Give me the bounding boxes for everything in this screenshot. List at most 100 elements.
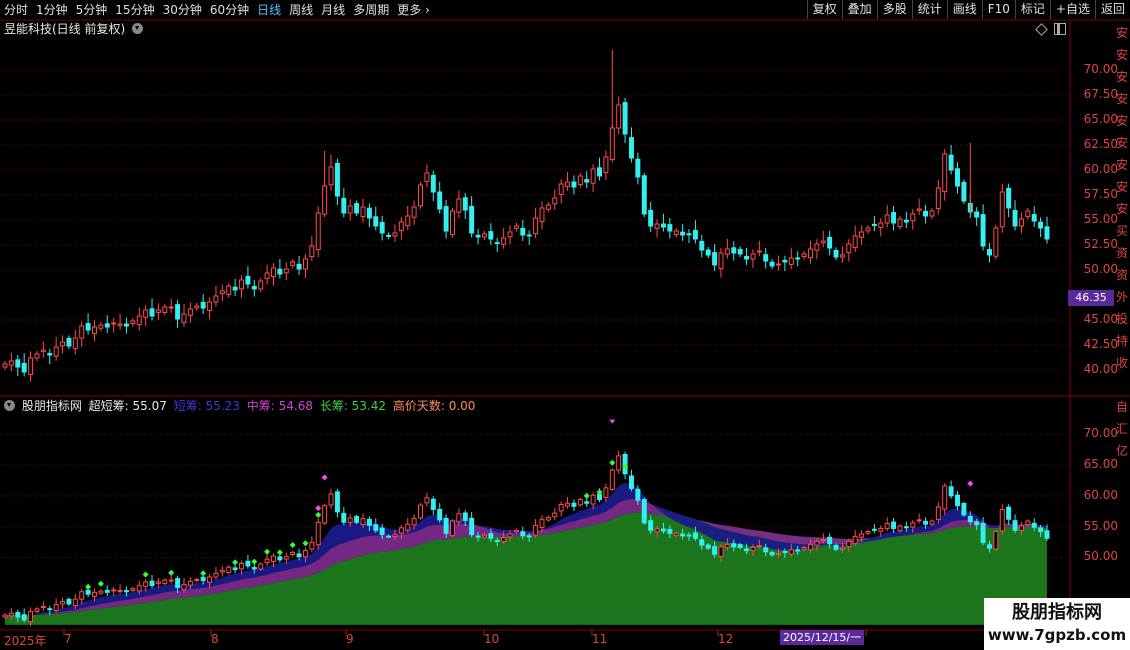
main-candle xyxy=(654,223,660,229)
sub-candle xyxy=(744,548,750,552)
date-tick-label: 12 xyxy=(718,632,734,646)
main-candle xyxy=(85,323,91,331)
sub-candle xyxy=(597,494,602,501)
main-candle xyxy=(488,231,494,240)
side-panel-char: 安 xyxy=(1116,48,1129,62)
sub-candle xyxy=(628,475,634,490)
sub-candle xyxy=(66,598,72,605)
sub-candle xyxy=(111,589,117,592)
main-candle xyxy=(763,254,769,262)
sub-candle xyxy=(993,531,999,550)
sub-candle xyxy=(507,533,513,538)
date-tick-label: 10 xyxy=(484,632,500,646)
sub-candle xyxy=(411,518,417,526)
sub-candle xyxy=(15,612,21,618)
main-candle xyxy=(801,253,807,258)
sub-candle xyxy=(271,555,276,562)
main-candle xyxy=(871,223,877,226)
main-candle xyxy=(814,243,820,251)
price-tick-label: 50.00 xyxy=(1083,262,1118,276)
sub-candle xyxy=(820,539,826,542)
sub-candle xyxy=(603,487,609,498)
main-candle xyxy=(891,212,897,224)
sub-candle xyxy=(999,508,1005,532)
sub-candle xyxy=(897,525,903,532)
date-tick-label: 11 xyxy=(592,632,608,646)
main-candle xyxy=(264,272,270,280)
main-candle xyxy=(181,313,187,324)
main-candle xyxy=(597,167,602,177)
sub-candle xyxy=(878,527,884,532)
sub-candle xyxy=(40,605,46,608)
sub-candle xyxy=(1012,520,1018,531)
main-candle xyxy=(437,191,443,210)
date-tick-label: 9 xyxy=(346,632,354,646)
main-candle xyxy=(411,206,417,218)
sub-candle xyxy=(859,533,865,538)
sub-candle xyxy=(258,563,264,570)
main-candle xyxy=(660,223,666,228)
side-panel-char: 持 xyxy=(1116,334,1129,348)
main-candle xyxy=(456,198,462,213)
main-candle xyxy=(641,175,647,215)
main-candle xyxy=(386,234,392,237)
main-candle xyxy=(328,166,334,186)
sub-candle xyxy=(705,544,711,549)
sub-candle xyxy=(750,547,756,552)
main-candle xyxy=(79,325,85,339)
sub-candle xyxy=(443,517,449,534)
current-price-tag: 46.35 xyxy=(1068,290,1114,306)
main-candle xyxy=(839,254,845,258)
sub-candle xyxy=(155,581,161,584)
signal-marker xyxy=(142,571,149,578)
indicator-tick-label: 55.00 xyxy=(1083,518,1118,533)
sub-candle xyxy=(181,583,187,591)
main-candle xyxy=(347,205,353,214)
signal-marker xyxy=(289,542,296,549)
sub-candle xyxy=(871,528,877,531)
sub-candle xyxy=(264,558,270,564)
chevron-down-icon[interactable] xyxy=(4,400,15,411)
sub-candle xyxy=(373,524,379,531)
main-candle xyxy=(424,172,430,182)
main-candle xyxy=(756,250,762,253)
sub-candle xyxy=(334,491,340,513)
main-candle xyxy=(699,240,705,251)
watermark-line2: www.7gpzb.com xyxy=(987,626,1127,644)
kline-chart[interactable] xyxy=(0,0,1130,650)
signal-marker xyxy=(315,511,322,518)
signal-marker xyxy=(168,569,175,576)
price-tick-label: 40.00 xyxy=(1083,362,1118,376)
main-candle xyxy=(379,221,385,234)
main-candle xyxy=(501,237,507,245)
signal-marker xyxy=(97,580,104,587)
sub-candle xyxy=(322,505,328,524)
sub-candle xyxy=(980,522,986,544)
main-candle xyxy=(635,158,641,178)
main-candle xyxy=(628,137,634,159)
sub-candle xyxy=(501,537,507,542)
short-value: 短筹: 55.23 xyxy=(173,399,240,413)
sub-candle xyxy=(558,503,564,512)
main-candle xyxy=(111,322,117,325)
main-candle xyxy=(47,353,53,356)
indicator-tick-label: 70.00 xyxy=(1083,426,1118,441)
sub-candle xyxy=(814,540,820,546)
main-candle xyxy=(552,197,558,205)
sub-candle xyxy=(72,598,78,607)
date-tick-label: 2025年 xyxy=(4,634,47,648)
sub-candle xyxy=(903,526,909,529)
sub-candle xyxy=(788,549,794,555)
sub-candle xyxy=(290,551,296,556)
main-candle xyxy=(443,206,449,232)
sub-candle xyxy=(488,533,494,539)
sub-candle xyxy=(571,502,577,507)
main-candle xyxy=(705,249,711,256)
sub-candle xyxy=(731,543,737,548)
indicator-header: 股朋指标网 超短筹: 55.07 短筹: 55.23 中筹: 54.68 长筹:… xyxy=(4,398,478,414)
main-candle xyxy=(852,235,858,249)
sub-candle xyxy=(616,455,622,471)
main-candle xyxy=(296,263,302,270)
main-candle xyxy=(1038,221,1044,229)
main-candle xyxy=(737,248,743,255)
